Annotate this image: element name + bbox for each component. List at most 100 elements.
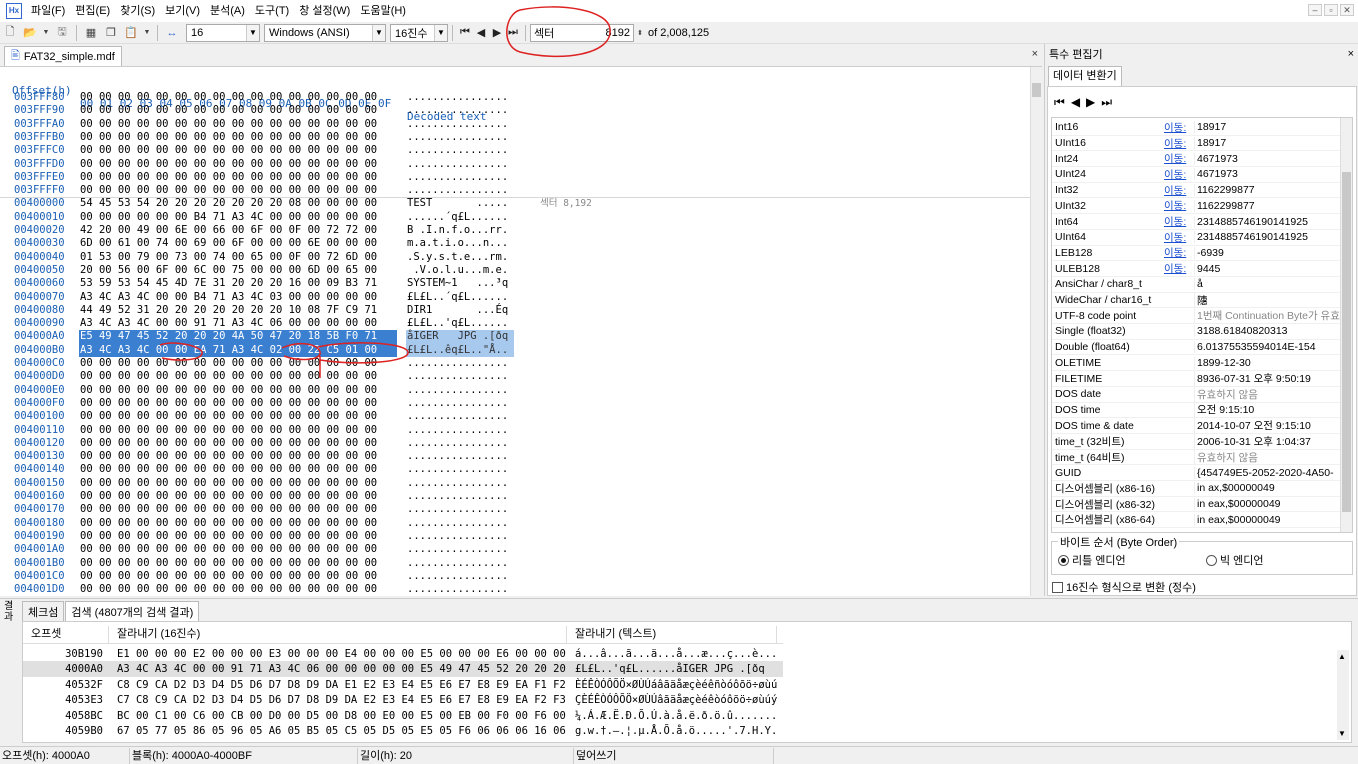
result-row[interactable]: 4059B0 67 05 77 05 86 05 96 05 A6 05 B5 0… xyxy=(23,723,783,739)
row-decoded-text[interactable]: åIGER JPG .[ðq xyxy=(407,330,508,343)
big-endian-radio[interactable]: 빅 엔디언 xyxy=(1206,552,1264,568)
row-hex-bytes[interactable]: 00 00 00 00 00 00 00 00 00 00 00 00 00 0… xyxy=(80,450,377,463)
conversion-value[interactable]: 3188.61840820313 xyxy=(1194,325,1340,338)
row-decoded-text[interactable]: £L£L..'q£L...... xyxy=(407,317,508,330)
conversion-value[interactable]: 1번째 Continuation Byte가 유효 xyxy=(1194,308,1340,324)
conversion-row[interactable]: time_t (32비트) 2006-10-31 오후 1:04:37 xyxy=(1052,433,1340,450)
conversion-value[interactable]: 2014-10-07 오전 9:15:10 xyxy=(1194,418,1340,434)
hex-editor[interactable]: Offset(h) 00 01 02 03 04 05 06 07 08 09 … xyxy=(0,66,1042,596)
col-offset[interactable]: 오프셋 xyxy=(23,626,109,643)
row-hex-bytes[interactable]: 00 00 00 00 00 00 00 00 00 00 00 00 00 0… xyxy=(80,543,377,556)
row-hex-bytes[interactable]: 00 00 00 00 00 00 00 00 00 00 00 00 00 0… xyxy=(80,490,377,503)
row-hex-bytes[interactable]: 53 59 53 54 45 4D 7E 31 20 20 20 16 00 0… xyxy=(80,277,377,290)
goto-link[interactable]: 이동: xyxy=(1164,183,1194,198)
file-tab[interactable]: 🖹 FAT32_simple.mdf xyxy=(4,46,122,66)
row-hex-bytes[interactable]: 00 00 00 00 00 00 00 00 00 00 00 00 00 0… xyxy=(80,184,377,197)
row-hex-bytes[interactable]: 00 00 00 00 00 00 00 00 00 00 00 00 00 0… xyxy=(80,463,377,476)
conversion-row[interactable]: DOS time 오전 9:15:10 xyxy=(1052,402,1340,419)
close-tab-icon[interactable]: × xyxy=(1032,48,1038,60)
row-decoded-text[interactable]: ................ xyxy=(407,91,508,104)
row-decoded-text[interactable]: ................ xyxy=(407,424,508,437)
close-icon[interactable]: ✕ xyxy=(1340,4,1354,16)
conversion-row[interactable]: 디스어셈블리 (x86-64) in eax,$00000049 xyxy=(1052,513,1340,529)
goto-link[interactable]: 이동: xyxy=(1164,230,1194,245)
conversion-row[interactable]: LEB128 이동: -6939 xyxy=(1052,246,1340,262)
conversion-row[interactable]: 디스어셈블리 (x86-32) in eax,$00000049 xyxy=(1052,497,1340,513)
conversion-row[interactable]: Single (float32) 3188.61840820313 xyxy=(1052,324,1340,340)
goto-link[interactable]: 이동: xyxy=(1164,136,1194,151)
row-hex-bytes[interactable]: 44 49 52 31 20 20 20 20 20 20 20 10 08 7… xyxy=(80,304,377,317)
row-decoded-text[interactable]: ................ xyxy=(407,517,508,530)
row-decoded-text[interactable]: ................ xyxy=(407,118,508,131)
row-decoded-text[interactable]: ................ xyxy=(407,530,508,543)
row-hex-bytes[interactable]: A3 4C A3 4C 00 00 91 71 A3 4C 06 00 00 0… xyxy=(80,317,377,330)
paste-icon[interactable]: 📋 xyxy=(123,25,139,41)
row-decoded-text[interactable]: ................ xyxy=(407,384,508,397)
conversion-value[interactable]: å xyxy=(1194,278,1340,291)
row-decoded-text[interactable]: .S.y.s.t.e...rm. xyxy=(407,251,508,264)
conversion-row[interactable]: GUID {454749E5-2052-2020-4A50- xyxy=(1052,465,1340,482)
conversion-value[interactable]: 4671973 xyxy=(1194,168,1340,181)
row-hex-bytes[interactable]: A3 4C A3 4C 00 00 EA 71 A3 4C 02 00 22 C… xyxy=(80,344,377,357)
conversion-value[interactable]: 6.01375535594014E-154 xyxy=(1194,341,1340,354)
menu-help[interactable]: 도움말(H) xyxy=(355,0,411,22)
conversion-row[interactable]: Int16 이동: 18917 xyxy=(1052,120,1340,136)
conversion-value[interactable]: 1162299877 xyxy=(1194,199,1340,212)
conversion-row[interactable]: WideChar / char16_t 䧥 xyxy=(1052,292,1340,309)
goto-link[interactable]: 이동: xyxy=(1164,245,1194,260)
conversion-value[interactable]: 8936-07-31 오후 9:50:19 xyxy=(1194,371,1340,387)
row-decoded-text[interactable]: ......´q£L...... xyxy=(407,211,508,224)
row-hex-bytes[interactable]: 00 00 00 00 00 00 00 00 00 00 00 00 00 0… xyxy=(80,104,377,117)
row-decoded-text[interactable]: ................ xyxy=(407,477,508,490)
row-hex-bytes[interactable]: 00 00 00 00 00 00 00 00 00 00 00 00 00 0… xyxy=(80,357,377,370)
row-hex-bytes[interactable]: 00 00 00 00 00 00 00 00 00 00 00 00 00 0… xyxy=(80,570,377,583)
next-sector-icon[interactable]: ▶ xyxy=(489,26,505,39)
row-hex-bytes[interactable]: 00 00 00 00 00 00 00 00 00 00 00 00 00 0… xyxy=(80,517,377,530)
menu-analysis[interactable]: 분석(A) xyxy=(205,0,250,22)
row-decoded-text[interactable]: TEST ..... xyxy=(407,197,508,210)
row-decoded-text[interactable]: .V.o.l.u...m.e. xyxy=(407,264,508,277)
row-decoded-text[interactable]: ................ xyxy=(407,184,508,197)
row-decoded-text[interactable]: ................ xyxy=(407,437,508,450)
conversion-row[interactable]: time_t (64비트) 유효하지 않음 xyxy=(1052,449,1340,466)
dropdown-arrow-icon[interactable]: ▼ xyxy=(143,25,151,41)
row-decoded-text[interactable]: ................ xyxy=(407,570,508,583)
result-row[interactable]: 4058BC BC 00 C1 00 C6 00 CB 00 D0 00 D5 0… xyxy=(23,708,783,724)
row-hex-bytes[interactable]: 00 00 00 00 00 00 B4 71 A3 4C 00 00 00 0… xyxy=(80,211,377,224)
row-decoded-text[interactable]: DIR1 ...Éq xyxy=(407,304,508,317)
conversion-value[interactable]: in eax,$00000049 xyxy=(1194,498,1340,511)
row-decoded-text[interactable]: ................ xyxy=(407,397,508,410)
goto-link[interactable]: 이동: xyxy=(1164,120,1194,135)
row-hex-bytes[interactable]: 00 00 00 00 00 00 00 00 00 00 00 00 00 0… xyxy=(80,397,377,410)
row-hex-bytes[interactable]: 00 00 00 00 00 00 00 00 00 00 00 00 00 0… xyxy=(80,91,377,104)
row-hex-bytes[interactable]: 00 00 00 00 00 00 00 00 00 00 00 00 00 0… xyxy=(80,144,377,157)
conversion-value[interactable]: 4671973 xyxy=(1194,152,1340,165)
row-decoded-text[interactable]: ................ xyxy=(407,583,508,596)
menu-edit[interactable]: 편집(E) xyxy=(70,0,115,22)
last-icon[interactable]: ⏭ xyxy=(1101,95,1112,110)
hex-scrollbar[interactable] xyxy=(1030,67,1042,596)
tab-checksum[interactable]: 체크섬 xyxy=(22,601,65,622)
conversion-value[interactable]: 유효하지 않음 xyxy=(1194,449,1340,465)
conversion-value[interactable]: in ax,$00000049 xyxy=(1194,482,1340,495)
row-hex-bytes[interactable]: 42 20 00 49 00 6E 00 66 00 6F 00 0F 00 7… xyxy=(80,224,377,237)
minimize-icon[interactable]: – xyxy=(1308,4,1322,16)
row-decoded-text[interactable]: ................ xyxy=(407,450,508,463)
col-hex[interactable]: 잘라내기 (16진수) xyxy=(109,626,567,643)
row-decoded-text[interactable]: £L£L..´q£L...... xyxy=(407,291,508,304)
menu-view[interactable]: 보기(V) xyxy=(160,0,205,22)
conversion-row[interactable]: AnsiChar / char8_t å xyxy=(1052,277,1340,293)
dropdown-arrow-icon[interactable]: ▼ xyxy=(42,25,50,41)
conversion-row[interactable]: Int32 이동: 1162299877 xyxy=(1052,183,1340,199)
panel-close-icon[interactable]: × xyxy=(1348,48,1354,60)
conversion-row[interactable]: Int24 이동: 4671973 xyxy=(1052,151,1340,168)
tab-search-results[interactable]: 검색 (4807개의 검색 결과) xyxy=(65,601,200,622)
row-decoded-text[interactable]: ................ xyxy=(407,463,508,476)
row-hex-bytes[interactable]: 00 00 00 00 00 00 00 00 00 00 00 00 00 0… xyxy=(80,410,377,423)
prev-icon[interactable]: ◀ xyxy=(1071,95,1080,110)
menu-search[interactable]: 찾기(S) xyxy=(115,0,160,22)
goto-link[interactable]: 이동: xyxy=(1164,261,1194,276)
row-decoded-text[interactable]: ................ xyxy=(407,158,508,171)
row-hex-bytes[interactable]: E5 49 47 45 52 20 20 20 4A 50 47 20 18 5… xyxy=(80,330,377,343)
scrollbar-thumb[interactable] xyxy=(1032,83,1041,97)
